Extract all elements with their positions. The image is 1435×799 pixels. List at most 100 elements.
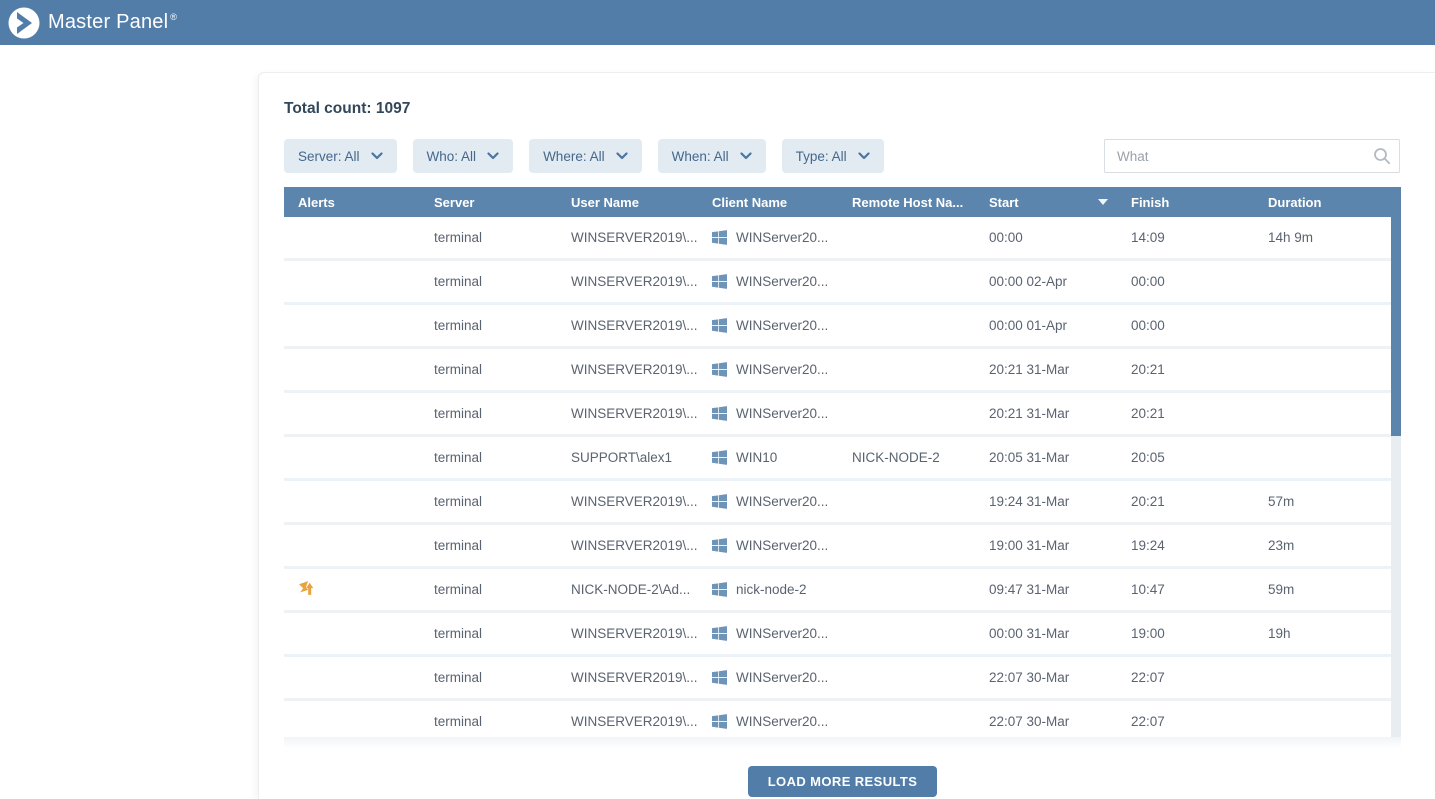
total-count: Total count: 1097 — [284, 100, 1400, 118]
cell-duration: 57m — [1254, 494, 1401, 509]
column-header-alerts[interactable]: Alerts — [284, 195, 420, 210]
cell-server: terminal — [420, 582, 557, 597]
client-name-text: WINServer20... — [736, 362, 828, 377]
table-bottom-fade — [284, 737, 1401, 749]
filter-where[interactable]: Where: All — [529, 139, 642, 173]
cell-duration: 23m — [1254, 538, 1401, 553]
cell-duration: 19h — [1254, 626, 1401, 641]
cell-client-name: WINServer20... — [698, 318, 838, 333]
table-row[interactable]: terminal SUPPORT\alex1 WIN10 NICK-NODE-2… — [284, 437, 1401, 481]
filter-label: Who: All — [427, 149, 477, 164]
load-more-button[interactable]: LOAD MORE RESULTS — [748, 766, 938, 797]
table-row[interactable]: terminal WINSERVER2019\... WINServer20..… — [284, 701, 1401, 737]
table-row[interactable]: terminal WINSERVER2019\... WINServer20..… — [284, 217, 1401, 261]
filter-toolbar: Server: All Who: All Where: All When: Al… — [284, 139, 1400, 173]
column-header-server[interactable]: Server — [420, 195, 557, 210]
cell-finish: 20:21 — [1117, 494, 1254, 509]
table-row[interactable]: terminal WINSERVER2019\... WINServer20..… — [284, 305, 1401, 349]
cell-finish: 20:05 — [1117, 450, 1254, 465]
chevron-down-icon — [616, 152, 628, 160]
chevron-down-icon — [740, 152, 752, 160]
search-input[interactable] — [1104, 139, 1400, 173]
cell-user-name: WINSERVER2019\... — [557, 626, 698, 641]
cell-finish: 20:21 — [1117, 362, 1254, 377]
cell-user-name: WINSERVER2019\... — [557, 406, 698, 421]
table-scrollbar[interactable] — [1391, 217, 1401, 737]
column-header-label: Duration — [1268, 195, 1321, 210]
cell-duration: 59m — [1254, 582, 1401, 597]
cell-finish: 14:09 — [1117, 230, 1254, 245]
client-name-text: WIN10 — [736, 450, 777, 465]
table-row[interactable]: terminal WINSERVER2019\... WINServer20..… — [284, 525, 1401, 569]
cell-client-name: WINServer20... — [698, 670, 838, 685]
cell-user-name: WINSERVER2019\... — [557, 230, 698, 245]
cell-start: 09:47 31-Mar — [975, 582, 1117, 597]
column-header-label: Alerts — [298, 195, 335, 210]
windows-icon — [712, 714, 727, 729]
column-header-remote-host-na[interactable]: Remote Host Na... — [838, 195, 975, 210]
cell-start: 22:07 30-Mar — [975, 670, 1117, 685]
cell-server: terminal — [420, 626, 557, 641]
client-name-text: nick-node-2 — [736, 582, 807, 597]
filter-label: Type: All — [796, 149, 847, 164]
table-row[interactable]: terminal WINSERVER2019\... WINServer20..… — [284, 613, 1401, 657]
cell-user-name: WINSERVER2019\... — [557, 714, 698, 729]
cell-user-name: WINSERVER2019\... — [557, 362, 698, 377]
column-header-label: User Name — [571, 195, 639, 210]
cell-client-name: WINServer20... — [698, 626, 838, 641]
cell-start: 00:00 02-Apr — [975, 274, 1117, 289]
table-row[interactable]: terminal WINSERVER2019\... WINServer20..… — [284, 481, 1401, 525]
master-panel-logo-icon — [8, 6, 42, 40]
cell-finish: 20:21 — [1117, 406, 1254, 421]
cell-client-name: WIN10 — [698, 450, 838, 465]
windows-icon — [712, 626, 727, 641]
filter-when[interactable]: When: All — [658, 139, 766, 173]
column-header-client-name[interactable]: Client Name — [698, 195, 838, 210]
cell-alerts — [284, 580, 420, 600]
scrollbar-track[interactable] — [1391, 436, 1401, 737]
sessions-table: Alerts Server User Name Client Name Remo… — [284, 187, 1401, 749]
table-row[interactable]: terminal NICK-NODE-2\Ad... nick-node-2 0… — [284, 569, 1401, 613]
table-body: terminal WINSERVER2019\... WINServer20..… — [284, 217, 1401, 737]
scrollbar-thumb[interactable] — [1391, 217, 1401, 436]
cell-user-name: NICK-NODE-2\Ad... — [557, 582, 698, 597]
search-icon[interactable] — [1373, 147, 1391, 165]
table-row[interactable]: terminal WINSERVER2019\... WINServer20..… — [284, 349, 1401, 393]
cell-finish: 00:00 — [1117, 318, 1254, 333]
cell-start: 20:21 31-Mar — [975, 362, 1117, 377]
cell-start: 00:00 01-Apr — [975, 318, 1117, 333]
column-header-finish[interactable]: Finish — [1117, 195, 1254, 210]
session-alert-icon[interactable] — [298, 580, 315, 597]
table-row[interactable]: terminal WINSERVER2019\... WINServer20..… — [284, 393, 1401, 437]
windows-icon — [712, 318, 727, 333]
windows-icon — [712, 538, 727, 553]
client-name-text: WINServer20... — [736, 714, 828, 729]
client-name-text: WINServer20... — [736, 318, 828, 333]
filter-type[interactable]: Type: All — [782, 139, 884, 173]
cell-client-name: nick-node-2 — [698, 582, 838, 597]
filter-who[interactable]: Who: All — [413, 139, 514, 173]
table-row[interactable]: terminal WINSERVER2019\... WINServer20..… — [284, 261, 1401, 305]
windows-icon — [712, 670, 727, 685]
top-bar: Master Panel® — [0, 0, 1435, 45]
windows-icon — [712, 230, 727, 245]
table-row[interactable]: terminal WINSERVER2019\... WINServer20..… — [284, 657, 1401, 701]
cell-server: terminal — [420, 230, 557, 245]
column-header-user-name[interactable]: User Name — [557, 195, 698, 210]
client-name-text: WINServer20... — [736, 670, 828, 685]
client-name-text: WINServer20... — [736, 274, 828, 289]
cell-server: terminal — [420, 538, 557, 553]
cell-user-name: WINSERVER2019\... — [557, 670, 698, 685]
filter-server[interactable]: Server: All — [284, 139, 397, 173]
column-header-duration[interactable]: Duration — [1254, 195, 1401, 210]
cell-client-name: WINServer20... — [698, 714, 838, 729]
cell-server: terminal — [420, 450, 557, 465]
column-header-label: Remote Host Na... — [852, 195, 963, 210]
cell-client-name: WINServer20... — [698, 274, 838, 289]
chevron-down-icon — [487, 152, 499, 160]
cell-user-name: WINSERVER2019\... — [557, 538, 698, 553]
client-name-text: WINServer20... — [736, 626, 828, 641]
column-header-start[interactable]: Start — [975, 195, 1117, 210]
cell-start: 19:24 31-Mar — [975, 494, 1117, 509]
cell-start: 00:00 — [975, 230, 1117, 245]
